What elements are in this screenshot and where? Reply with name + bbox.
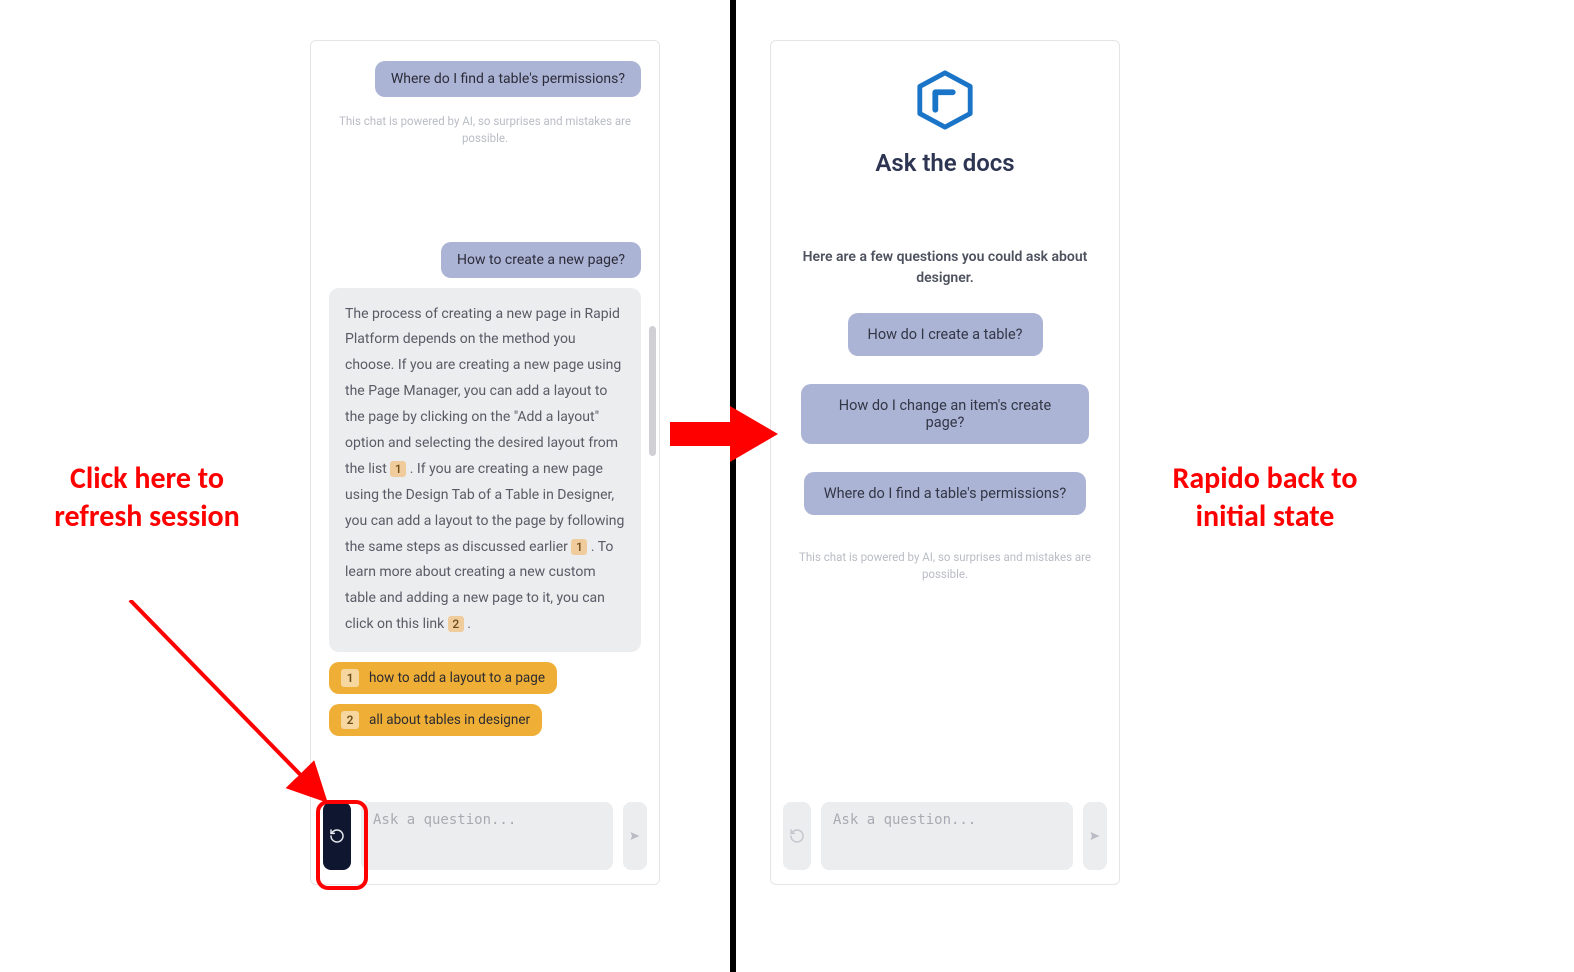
refresh-session-button[interactable]	[323, 802, 351, 870]
chat-panel-initial: Ask the docs Here are a few questions yo…	[770, 40, 1120, 885]
annotation-text-left: Click here to refresh session	[32, 460, 262, 535]
chat-scroll-area[interactable]: Ask the docs Here are a few questions yo…	[771, 41, 1119, 790]
ai-disclaimer: This chat is powered by AI, so surprises…	[329, 107, 641, 162]
annotation-arrow-right-icon	[670, 406, 778, 462]
ai-text: The process of creating a new page in Ra…	[345, 306, 621, 477]
hero-title: Ask the docs	[875, 149, 1014, 177]
reference-label: all about tables in designer	[369, 712, 530, 728]
refresh-icon	[329, 828, 345, 844]
chat-scroll-area[interactable]: Where do I find a table's permissions? T…	[311, 41, 659, 790]
suggested-question[interactable]: How do I change an item's create page?	[801, 384, 1088, 444]
refresh-icon	[789, 828, 805, 844]
input-dock	[311, 790, 659, 884]
suggested-question[interactable]: How do I create a table?	[848, 313, 1043, 356]
annotation-text-right: Rapido back to initial state	[1160, 460, 1370, 535]
spacer	[329, 172, 641, 232]
ai-message: The process of creating a new page in Ra…	[329, 288, 641, 653]
ai-text: .	[467, 616, 471, 632]
reference-link[interactable]: 2 all about tables in designer	[329, 704, 542, 736]
reference-label: how to add a layout to a page	[369, 670, 545, 686]
citation-badge[interactable]: 1	[390, 461, 406, 477]
suggested-question[interactable]: Where do I find a table's permissions?	[804, 472, 1087, 515]
question-input[interactable]	[821, 802, 1073, 870]
reference-number: 1	[341, 669, 359, 687]
citation-badge[interactable]: 1	[571, 539, 587, 555]
app-logo-icon	[914, 69, 976, 131]
user-message: Where do I find a table's permissions?	[375, 61, 641, 97]
reference-link[interactable]: 1 how to add a layout to a page	[329, 662, 557, 694]
hero: Ask the docs	[789, 61, 1101, 237]
user-message: How to create a new page?	[441, 242, 641, 278]
scrollbar-thumb[interactable]	[649, 326, 656, 456]
ai-disclaimer: This chat is powered by AI, so surprises…	[789, 543, 1101, 598]
send-button[interactable]	[623, 802, 647, 870]
hero-subtitle: Here are a few questions you could ask a…	[789, 247, 1101, 289]
page-divider	[730, 0, 736, 972]
citation-badge[interactable]: 2	[448, 616, 464, 632]
chat-panel-active: Where do I find a table's permissions? T…	[310, 40, 660, 885]
refresh-session-button[interactable]	[783, 802, 811, 870]
send-button[interactable]	[1083, 802, 1107, 870]
send-icon	[1089, 829, 1101, 843]
send-icon	[629, 829, 641, 843]
input-dock	[771, 790, 1119, 884]
reference-number: 2	[341, 711, 359, 729]
question-input[interactable]	[361, 802, 613, 870]
